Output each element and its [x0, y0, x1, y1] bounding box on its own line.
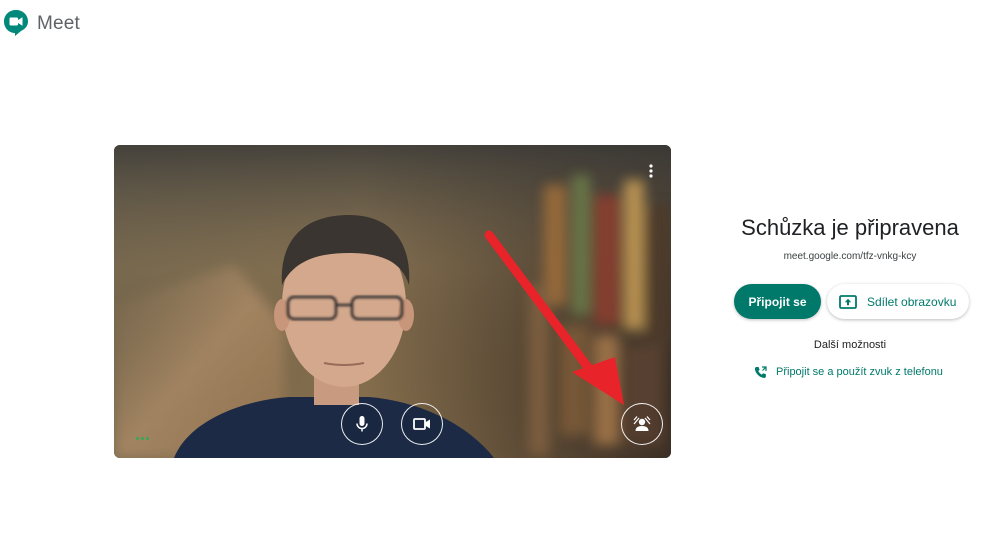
join-with-phone-link[interactable]: Připojit se a použít zvuk z telefonu — [754, 365, 943, 379]
more-vert-icon — [649, 164, 653, 178]
app-name: Meet — [37, 13, 81, 34]
more-options-heading: Další možnosti — [813, 339, 887, 351]
camera-feed — [114, 145, 671, 458]
share-screen-button[interactable]: Sdílet obrazovku — [827, 284, 969, 319]
video-preview — [114, 145, 671, 458]
share-screen-label: Sdílet obrazovku — [867, 294, 957, 309]
microphone-icon — [356, 416, 368, 432]
microphone-toggle-button[interactable] — [341, 403, 383, 445]
google-meet-logo-icon[interactable] — [3, 9, 29, 37]
meeting-ready-title: Schůzka je připravena — [741, 215, 959, 240]
video-camera-icon — [413, 418, 430, 430]
preview-more-options-button[interactable] — [639, 159, 663, 183]
phone-forward-icon — [754, 365, 767, 378]
change-background-button[interactable] — [621, 403, 663, 445]
meeting-url: meet.google.com/tfz-vnkg-kcy — [783, 251, 917, 262]
change-background-icon — [633, 416, 651, 431]
join-button[interactable]: Připojit se — [734, 284, 821, 319]
camera-toggle-button[interactable] — [401, 403, 443, 445]
join-with-phone-label: Připojit se a použít zvuk z telefonu — [776, 366, 943, 378]
present-screen-icon — [839, 294, 857, 309]
audio-level-dots-icon — [136, 437, 149, 440]
app-header: Meet — [0, 0, 1000, 50]
